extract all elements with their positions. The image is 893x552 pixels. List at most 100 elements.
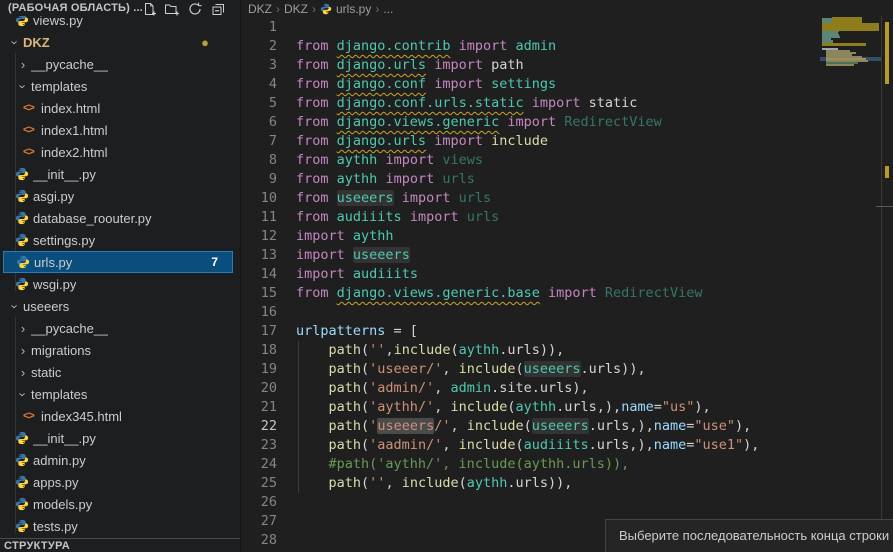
line-number[interactable]: 4 [241,75,277,94]
tree-item-urls-py[interactable]: urls.py7 [3,251,233,273]
chevron-down-icon[interactable]: › [8,298,23,314]
tree-item-index-html[interactable]: <>index.html [3,97,233,119]
line-number[interactable]: 14 [241,265,277,284]
code-line-18[interactable]: 18 path('',include(aythh.urls)), [241,341,816,360]
line-number[interactable]: 20 [241,379,277,398]
new-folder-icon[interactable] [164,1,180,17]
code-line-7[interactable]: 7from django.urls import include [241,132,816,151]
line-number[interactable]: 7 [241,132,277,151]
code-line-16[interactable]: 16 [241,303,816,322]
tree-item-pycache[interactable]: ›__pycache__ [3,53,233,75]
refresh-icon[interactable] [187,1,203,17]
line-number[interactable]: 5 [241,94,277,113]
chevron-right-icon[interactable]: › [15,321,31,336]
chevron-right-icon[interactable]: › [15,365,31,380]
code-line-21[interactable]: 21 path('aythh/', include(aythh.urls,),n… [241,398,816,417]
explorer-section-header[interactable]: (РАБОЧАЯ ОБЛАСТЬ) ... [0,0,240,16]
code-line-25[interactable]: 25 path('', include(aythh.urls)), [241,474,816,493]
code-line-4[interactable]: 4from django.conf import settings [241,75,816,94]
breadcrumb-item-[interactable]: ... [383,2,393,16]
tree-item-templates[interactable]: ›templates [3,383,233,405]
line-number[interactable]: 1 [241,18,277,37]
code-line-12[interactable]: 12import aythh [241,227,816,246]
tree-item-useeers[interactable]: ›useeers [3,295,233,317]
tree-item-dkz[interactable]: ›DKZ● [3,31,233,53]
line-number[interactable]: 21 [241,398,277,417]
line-number[interactable]: 23 [241,436,277,455]
code-line-22[interactable]: 22 path('useeers/', include(useeers.urls… [241,417,816,436]
code-line-3[interactable]: 3from django.urls import path [241,56,816,75]
line-number[interactable]: 8 [241,151,277,170]
line-number[interactable]: 3 [241,56,277,75]
chevron-right-icon[interactable]: › [15,57,31,72]
line-number[interactable]: 10 [241,189,277,208]
line-number[interactable]: 19 [241,360,277,379]
code-line-19[interactable]: 19 path('useeer/', include(useeers.urls)… [241,360,816,379]
code-line-14[interactable]: 14import audiiits [241,265,816,284]
html-file-icon: <> [23,124,41,136]
tree-item-migrations[interactable]: ›migrations [3,339,233,361]
tree-item-templates[interactable]: ›templates [3,75,233,97]
line-number[interactable]: 27 [241,512,277,531]
breadcrumb-item-dkz[interactable]: DKZ [248,2,272,16]
chevron-down-icon[interactable]: › [16,78,31,94]
breadcrumb-item-dkz[interactable]: DKZ [284,2,308,16]
line-number[interactable]: 2 [241,37,277,56]
breadcrumb-item-urls-py[interactable]: urls.py [336,2,371,16]
code-line-20[interactable]: 20 path('admin/', admin.site.urls), [241,379,816,398]
line-number[interactable]: 26 [241,493,277,512]
line-number[interactable]: 12 [241,227,277,246]
line-number[interactable]: 28 [241,531,277,550]
line-number[interactable]: 22 [241,417,277,436]
outline-section-header[interactable]: СТРУКТУРА [0,538,240,552]
new-file-icon[interactable] [141,1,157,17]
tree-item-pycache[interactable]: ›__pycache__ [3,317,233,339]
tree-item-tests-py[interactable]: tests.py [3,515,233,537]
chevron-down-icon[interactable]: › [16,386,31,402]
tree-item-admin-py[interactable]: admin.py [3,449,233,471]
minimap[interactable] [820,16,881,111]
code-line-8[interactable]: 8from aythh import views [241,151,816,170]
collapse-all-icon[interactable] [210,1,226,17]
code-line-6[interactable]: 6from django.views.generic import Redire… [241,113,816,132]
line-number[interactable]: 18 [241,341,277,360]
line-number[interactable]: 15 [241,284,277,303]
line-number[interactable]: 11 [241,208,277,227]
code-line-24[interactable]: 24 #path('aythh/', include(aythh.urls)), [241,455,816,474]
line-number[interactable]: 25 [241,474,277,493]
code-line-2[interactable]: 2from django.contrib import admin [241,37,816,56]
code-line-15[interactable]: 15from django.views.generic.base import … [241,284,816,303]
chevron-right-icon[interactable]: › [15,343,31,358]
code-line-13[interactable]: 13import useeers [241,246,816,265]
tree-item-database-roouter-py[interactable]: database_roouter.py [3,207,233,229]
tree-item-static[interactable]: ›static [3,361,233,383]
tree-item-models-py[interactable]: models.py [3,493,233,515]
tree-item-settings-py[interactable]: settings.py [3,229,233,251]
tree-item-asgi-py[interactable]: asgi.py [3,185,233,207]
line-number[interactable]: 9 [241,170,277,189]
code-line-26[interactable]: 26 [241,493,816,512]
tree-item-index1-html[interactable]: <>index1.html [3,119,233,141]
editor-pane[interactable]: DKZ›DKZ› urls.py›... 12from django.contr… [241,0,893,552]
line-number[interactable]: 24 [241,455,277,474]
code-line-23[interactable]: 23 path('aadmin/', include(audiiits.urls… [241,436,816,455]
tree-item-init-py[interactable]: __init__.py [3,163,233,185]
code-token: ( [459,475,467,491]
code-line-17[interactable]: 17urlpatterns = [ [241,322,816,341]
tree-item-apps-py[interactable]: apps.py [3,471,233,493]
tree-item-index345-html[interactable]: <>index345.html [3,405,233,427]
code-line-1[interactable]: 1 [241,18,816,37]
tree-item-init-py[interactable]: __init__.py [3,427,233,449]
line-number[interactable]: 13 [241,246,277,265]
code-line-5[interactable]: 5from django.conf.urls.static import sta… [241,94,816,113]
chevron-down-icon[interactable]: › [8,34,23,50]
code-line-11[interactable]: 11from audiiits import urls [241,208,816,227]
line-number[interactable]: 17 [241,322,277,341]
tree-item-index2-html[interactable]: <>index2.html [3,141,233,163]
line-number[interactable]: 6 [241,113,277,132]
line-number[interactable]: 16 [241,303,277,322]
code-area[interactable]: 12from django.contrib import admin3from … [241,18,816,550]
code-line-10[interactable]: 10from useeers import urls [241,189,816,208]
tree-item-wsgi-py[interactable]: wsgi.py [3,273,233,295]
code-line-9[interactable]: 9from aythh import urls [241,170,816,189]
